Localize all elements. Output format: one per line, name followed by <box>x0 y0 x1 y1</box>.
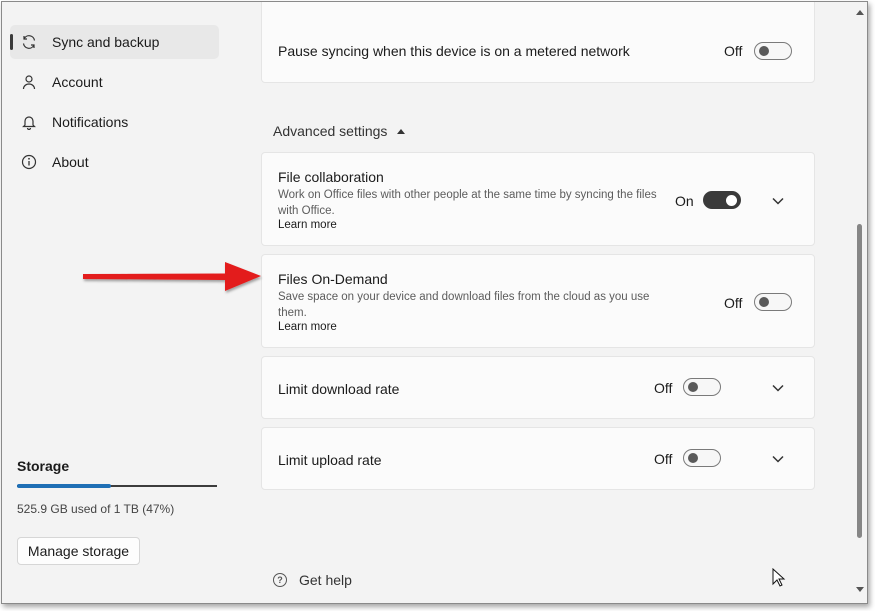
person-icon <box>20 73 38 91</box>
sync-icon <box>20 33 38 51</box>
limit-upload-rate-state: Off <box>654 451 673 467</box>
chevron-down-icon[interactable] <box>771 454 785 464</box>
sidebar-item-about[interactable]: About <box>10 145 219 179</box>
toggle-knob <box>726 194 737 206</box>
sidebar-item-account[interactable]: Account <box>10 65 219 99</box>
files-on-demand-description: Save space on your device and download f… <box>278 291 650 319</box>
sidebar-item-label: About <box>52 154 89 170</box>
file-collaboration-title: File collaboration <box>278 169 384 185</box>
bell-icon <box>20 113 38 131</box>
vertical-scrollbar[interactable] <box>854 2 866 602</box>
sidebar-item-notifications[interactable]: Notifications <box>10 105 219 139</box>
annotation-arrow-icon <box>83 262 261 291</box>
onedrive-settings-window: Sync and backup Account Notifications Ab… <box>1 1 868 604</box>
metered-network-state: Off <box>724 43 743 59</box>
limit-download-rate-state: Off <box>654 380 673 396</box>
caret-up-icon <box>397 128 406 134</box>
info-icon <box>20 153 38 171</box>
toggle-knob <box>688 453 698 463</box>
limit-download-rate-toggle[interactable] <box>683 378 721 396</box>
get-help-link[interactable]: ? Get help <box>273 572 352 588</box>
advanced-settings-label: Advanced settings <box>273 123 388 139</box>
manage-storage-button[interactable]: Manage storage <box>17 537 140 565</box>
files-on-demand-toggle[interactable] <box>754 293 792 311</box>
scroll-up-icon[interactable] <box>856 10 864 15</box>
toggle-knob <box>688 382 698 392</box>
toggle-knob <box>759 297 769 307</box>
files-on-demand-title: Files On-Demand <box>278 271 388 287</box>
limit-upload-rate-toggle[interactable] <box>683 449 721 467</box>
metered-network-title: Pause syncing when this device is on a m… <box>278 43 630 59</box>
scrollbar-thumb[interactable] <box>857 224 862 538</box>
storage-progress-bar <box>17 484 217 488</box>
file-collaboration-card: File collaboration Work on Office files … <box>261 152 815 246</box>
file-collaboration-description: Work on Office files with other people a… <box>278 189 657 217</box>
file-collaboration-state: On <box>675 193 694 209</box>
toggle-knob <box>759 46 769 56</box>
file-collaboration-toggle[interactable] <box>703 191 741 209</box>
chevron-down-icon[interactable] <box>771 196 785 206</box>
selection-indicator <box>10 34 13 50</box>
limit-download-rate-card: Limit download rate Off <box>261 356 815 419</box>
storage-progress-fill <box>17 484 111 488</box>
learn-more-link[interactable]: Learn more <box>278 219 337 231</box>
files-on-demand-card: Files On-Demand Save space on your devic… <box>261 254 815 348</box>
sidebar-item-label: Account <box>52 74 103 90</box>
metered-network-toggle[interactable] <box>754 42 792 60</box>
metered-network-card: Pause syncing when this device is on a m… <box>261 2 815 83</box>
get-help-label: Get help <box>299 572 352 588</box>
advanced-settings-header[interactable]: Advanced settings <box>273 123 406 139</box>
limit-upload-rate-title: Limit upload rate <box>278 452 382 468</box>
files-on-demand-state: Off <box>724 295 743 311</box>
scroll-down-icon[interactable] <box>856 587 864 592</box>
learn-more-link[interactable]: Learn more <box>278 321 337 333</box>
limit-download-rate-title: Limit download rate <box>278 381 400 397</box>
sidebar-item-sync-and-backup[interactable]: Sync and backup <box>10 25 219 59</box>
limit-upload-rate-card: Limit upload rate Off <box>261 427 815 490</box>
chevron-down-icon[interactable] <box>771 383 785 393</box>
sidebar-item-label: Notifications <box>52 114 129 130</box>
help-icon: ? <box>273 573 287 587</box>
sidebar-item-label: Sync and backup <box>52 34 160 50</box>
storage-usage-text: 525.9 GB used of 1 TB (47%) <box>17 502 175 516</box>
storage-title: Storage <box>17 458 70 474</box>
mouse-cursor-icon <box>772 568 786 587</box>
